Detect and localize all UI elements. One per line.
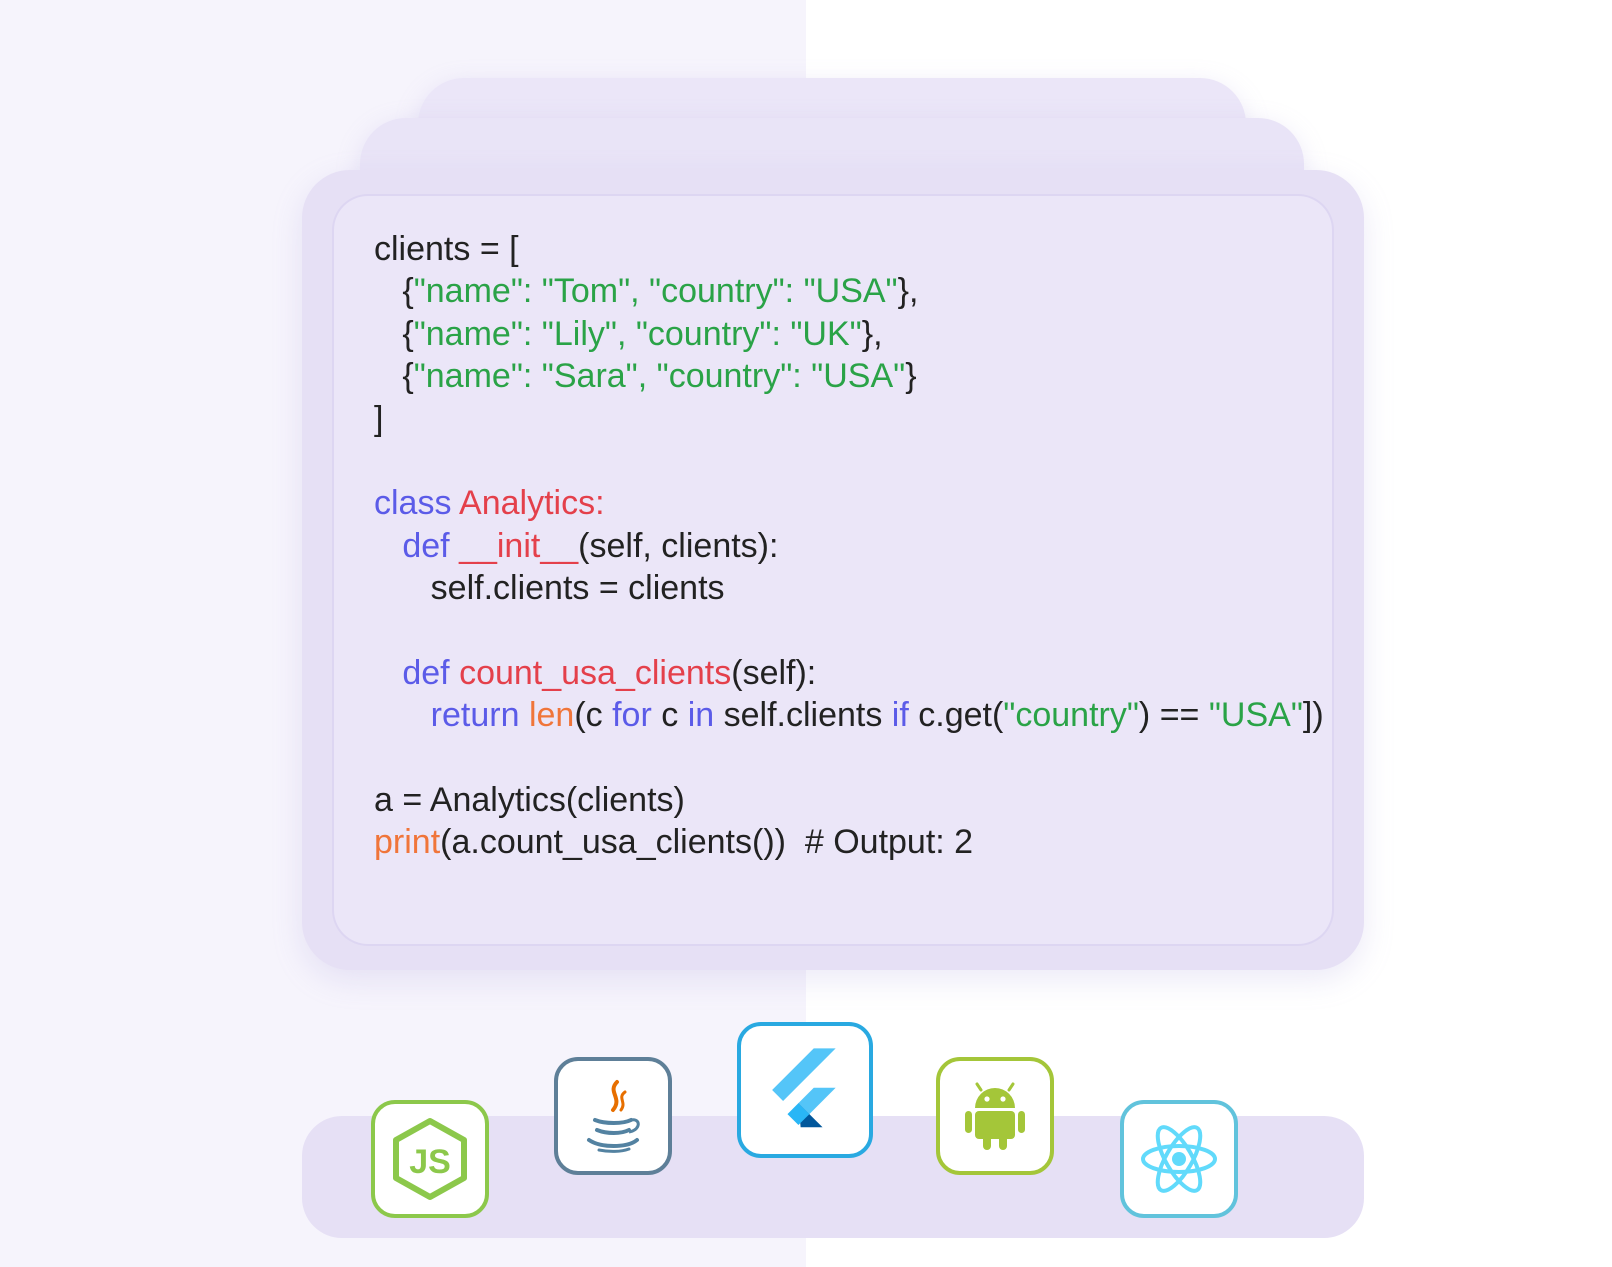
- code-token: ]: [374, 399, 384, 438]
- code-token: count_usa_clients: [459, 653, 732, 692]
- code-block: clients = [ {"name": "Tom", "country": "…: [374, 228, 1324, 864]
- code-token: ) ==: [1138, 696, 1209, 735]
- code-token: {: [374, 314, 414, 353]
- java-icon: [587, 1080, 640, 1153]
- code-line: {"name": "Sara", "country": "USA"}: [374, 355, 1324, 397]
- code-line: self.clients = clients: [374, 567, 1324, 609]
- code-token: "name": "Lily", "country": "UK": [413, 314, 862, 353]
- code-token: def: [374, 526, 460, 565]
- code-token: return: [374, 696, 529, 735]
- code-line: def count_usa_clients(self):: [374, 652, 1324, 694]
- code-token: },: [897, 272, 919, 311]
- code-token: ]): [1302, 696, 1324, 735]
- code-token: print: [374, 823, 441, 862]
- code-token: "USA": [1208, 696, 1303, 735]
- java-tile[interactable]: [554, 1057, 672, 1175]
- code-line: class Analytics:: [374, 482, 1324, 524]
- code-line: print(a.count_usa_clients()) # Output: 2: [374, 821, 1324, 863]
- code-token: }: [905, 357, 917, 396]
- code-token: def: [374, 653, 460, 692]
- code-token: (self):: [731, 653, 817, 692]
- code-token: self.clients: [714, 696, 892, 735]
- code-token: (self, clients):: [578, 526, 779, 565]
- code-token: {: [374, 357, 414, 396]
- react-icon: [1141, 1125, 1217, 1193]
- code-token: Analytics:: [459, 484, 605, 523]
- nodejs-tile[interactable]: JS: [371, 1100, 489, 1218]
- android-tile[interactable]: [936, 1057, 1054, 1175]
- code-token: "name": "Sara", "country": "USA": [413, 357, 906, 396]
- code-line: clients = [: [374, 228, 1324, 270]
- code-token: clients = [: [374, 230, 519, 268]
- code-line: a = Analytics(clients): [374, 779, 1324, 821]
- code-line: {"name": "Tom", "country": "USA"},: [374, 270, 1324, 312]
- nodejs-icon-label: JS: [409, 1143, 451, 1181]
- code-token: self.clients = clients: [374, 569, 725, 608]
- code-token: {: [374, 272, 414, 311]
- code-token: a = Analytics(clients): [374, 781, 685, 820]
- code-token: if: [891, 696, 909, 735]
- code-token: "name": "Tom", "country": "USA": [413, 272, 898, 311]
- code-token: (c: [574, 696, 613, 735]
- code-token: __init__: [459, 526, 579, 565]
- code-token: (a.count_usa_clients()) # Output: 2: [440, 823, 974, 862]
- code-token: },: [861, 314, 883, 353]
- code-token: for: [612, 696, 652, 735]
- code-line: ]: [374, 398, 1324, 440]
- code-token: "country": [1003, 696, 1139, 735]
- code-token: c.get(: [908, 696, 1004, 735]
- nodejs-icon: JS: [393, 1118, 467, 1200]
- code-token: class: [374, 484, 460, 523]
- code-line: return len(c for c in self.clients if c.…: [374, 694, 1324, 736]
- code-line: def __init__(self, clients):: [374, 525, 1324, 567]
- code-token: c: [651, 696, 688, 735]
- code-line: {"name": "Lily", "country": "UK"},: [374, 313, 1324, 355]
- flutter-tile[interactable]: [737, 1022, 873, 1158]
- code-token: in: [687, 696, 715, 735]
- react-tile[interactable]: [1120, 1100, 1238, 1218]
- code-token: len: [528, 696, 575, 735]
- android-icon: [965, 1082, 1025, 1150]
- flutter-icon: [772, 1048, 836, 1128]
